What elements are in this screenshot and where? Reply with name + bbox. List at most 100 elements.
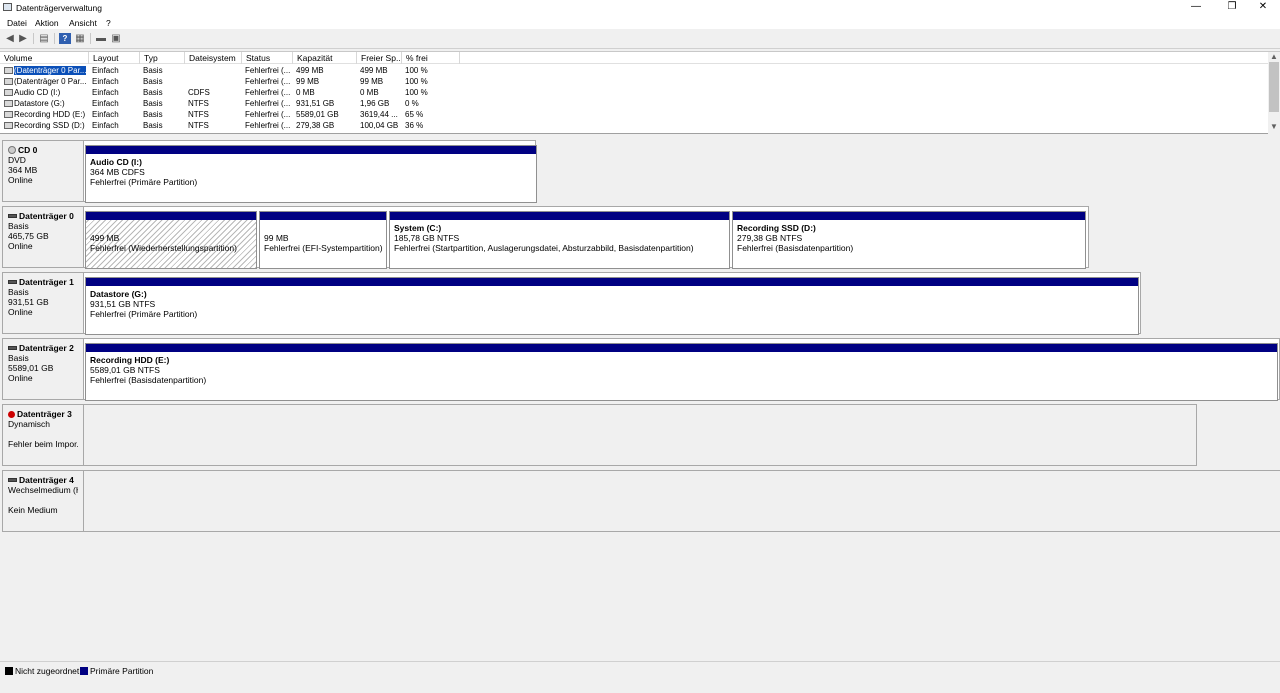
disk-name-line: Datenträger 0 — [8, 211, 78, 221]
volume-cell-fs: NTFS — [188, 99, 209, 108]
col-kapazitaet[interactable]: Kapazität — [293, 52, 357, 64]
partition-info: Recording HDD (E:) 5589,01 GB NTFS Fehlerf… — [90, 355, 1275, 385]
volume-cell-fs — [188, 76, 245, 87]
disk-size: 5589,01 GB — [8, 363, 54, 373]
settings-icon[interactable]: ▣ — [110, 33, 122, 44]
menu-datei[interactable]: Datei — [7, 18, 27, 28]
disk-name: Datenträger 2 — [19, 343, 74, 353]
partition-block[interactable]: Recording HDD (E:) 5589,01 GB NTFS Fehlerf… — [85, 343, 1278, 401]
partition-block[interactable]: System (C:) 185,78 GB NTFS Fehlerfrei (Sta… — [389, 211, 730, 269]
partition-block[interactable]: Datastore (G:) 931,51 GB NTFS Fehlerfrei (… — [85, 277, 1139, 335]
disk-view-icon[interactable]: ▬ — [95, 33, 107, 44]
volume-cell-frei: 99 MB — [360, 77, 384, 86]
partition-size: 499 MB — [90, 233, 120, 243]
disk-icon — [8, 478, 17, 482]
menu-ansicht[interactable]: Ansicht — [69, 18, 97, 28]
disk-name-line: CD 0 — [8, 145, 78, 155]
disk-size — [8, 495, 78, 505]
volume-cell-status: Fehlerfrei (... — [245, 88, 291, 97]
partition-block[interactable]: Recording SSD (D:) 279,38 GB NTFS Fehlerfr… — [732, 211, 1086, 269]
col-freier-speicher[interactable]: Freier Sp... — [357, 52, 402, 64]
col-volume[interactable]: Volume — [0, 52, 89, 64]
volume-cell-frei: 1,96 GB — [360, 99, 390, 108]
legend-primary-label: Primäre Partition — [90, 666, 154, 676]
disk-header[interactable]: Datenträger 4 Wechselmedium (H Kein Medium — [2, 470, 84, 532]
scrollbar-thumb[interactable] — [1269, 62, 1279, 112]
toolbar: ◀ ▶ ▤ ? ▦ ▬ ▣ — [0, 29, 1280, 49]
disk-header[interactable]: Datenträger 2 Basis 5589,01 GB Online — [2, 338, 84, 400]
legend-unallocated-label: Nicht zugeordnet — [15, 666, 80, 676]
partition-status: Fehlerfrei (Wiederherstellungspartition) — [90, 243, 237, 253]
disk-icon — [8, 280, 17, 284]
volume-cell-kap: 5589,01 GB — [296, 110, 339, 119]
close-button[interactable]: ✕ — [1246, 0, 1280, 15]
properties-icon[interactable]: ▦ — [74, 33, 86, 44]
volume-cell-typ: Basis — [143, 110, 163, 119]
disk-type: DVD — [8, 155, 26, 165]
volume-list-scrollbar[interactable]: ▲ ▼ — [1268, 52, 1280, 134]
volume-cell-typ: Basis — [143, 66, 163, 75]
partition-block[interactable]: 499 MB Fehlerfrei (Wiederherstellungspart… — [85, 211, 257, 269]
menu-help[interactable]: ? — [106, 18, 111, 28]
disk-type: Basis — [8, 221, 29, 231]
partition-info: System (C:) 185,78 GB NTFS Fehlerfrei (Sta… — [394, 223, 727, 253]
volume-cell-typ: Basis — [143, 77, 163, 86]
scroll-up-arrow-icon[interactable]: ▲ — [1268, 52, 1280, 62]
disk-status: Fehler beim Impor... — [8, 439, 78, 449]
back-arrow-icon[interactable]: ◀ — [4, 33, 16, 44]
volume-row[interactable]: (Datenträger 0 Par... Einfach Basis Fehlerf… — [0, 65, 1268, 76]
volume-cell-pct: 36 % — [405, 121, 424, 130]
toolbar-separator — [54, 33, 55, 44]
col-dateisystem[interactable]: Dateisystem — [185, 52, 242, 64]
volume-cell-frei: 499 MB — [360, 66, 388, 75]
col-status[interactable]: Status — [242, 52, 293, 64]
disk-row: CD 0 DVD 364 MB Online Audio CD (I:) 364 MB C… — [0, 136, 1280, 203]
volume-cell-name: Recording HDD (E:) — [0, 109, 89, 120]
col-typ[interactable]: Typ — [140, 52, 185, 64]
minimize-button[interactable]: — — [1179, 0, 1213, 15]
col-prozent-frei[interactable]: % frei — [402, 52, 460, 64]
volume-cell-kap: 99 MB — [296, 77, 320, 86]
scroll-down-arrow-icon[interactable]: ▼ — [1268, 122, 1280, 132]
volume-cell-name: (Datenträger 0 Par... — [0, 76, 89, 87]
partition-status: Fehlerfrei (EFI-Systempartition) — [264, 243, 383, 253]
partition-block[interactable]: 99 MB Fehlerfrei (EFI-Systempartition) — [259, 211, 387, 269]
volume-row[interactable]: Recording SSD (D:) Einfach Basis NTFS Fehler… — [0, 120, 1268, 131]
disk-header[interactable]: CD 0 DVD 364 MB Online — [2, 140, 84, 202]
volume-row[interactable]: (Datenträger 0 Par... Einfach Basis Fehlerf… — [0, 76, 1268, 87]
menu-bar: Datei Aktion Ansicht ? — [0, 15, 1280, 29]
menu-aktion[interactable]: Aktion — [35, 18, 59, 28]
volume-cell-kap: 0 MB — [296, 88, 315, 97]
volume-list-pane: Volume Layout Typ Dateisystem Status Kap… — [0, 51, 1280, 134]
maximize-button[interactable]: ❐ — [1215, 0, 1249, 15]
partition-color-bar — [86, 212, 256, 220]
help-icon[interactable]: ? — [59, 33, 71, 44]
volume-cell-status: Fehlerfrei (... — [245, 121, 291, 130]
volume-icon — [4, 67, 13, 74]
volume-cell-layout: Einfach — [92, 121, 119, 130]
title-bar: Datenträgerverwaltung — ❐ ✕ — [0, 0, 1280, 15]
col-layout[interactable]: Layout — [89, 52, 140, 64]
volume-row[interactable]: Audio CD (I:) Einfach Basis CDFS Fehlerfrei … — [0, 87, 1268, 98]
volume-row[interactable]: Recording HDD (E:) Einfach Basis NTFS Fehler… — [0, 109, 1268, 120]
volume-cell-typ: Basis — [143, 88, 163, 97]
disk-header[interactable]: Datenträger 3 Dynamisch Fehler beim Impor.… — [2, 404, 84, 466]
forward-arrow-icon[interactable]: ▶ — [17, 33, 29, 44]
partition-info: 499 MB Fehlerfrei (Wiederherstellungspart… — [90, 223, 254, 253]
legend-unallocated-swatch — [5, 667, 13, 675]
disk-header[interactable]: Datenträger 0 Basis 465,75 GB Online — [2, 206, 84, 268]
volume-cell-name: (Datenträger 0 Par... — [0, 65, 89, 76]
volume-cell-fs: NTFS — [188, 121, 209, 130]
disk-row: Datenträger 0 Basis 465,75 GB Online 499 MB F… — [0, 202, 1280, 269]
disk-header[interactable]: Datenträger 1 Basis 931,51 GB Online — [2, 272, 84, 334]
volume-cell-status: Fehlerfrei (... — [245, 110, 291, 119]
volume-list-icon[interactable]: ▤ — [38, 33, 50, 44]
volume-cell-pct: 100 % — [405, 88, 428, 97]
disk-row: Datenträger 1 Basis 931,51 GB Online Datasto… — [0, 268, 1280, 335]
partition-block[interactable]: Audio CD (I:) 364 MB CDFS Fehlerfrei (Prim… — [85, 145, 537, 203]
volume-name: (Datenträger 0 Par... — [14, 77, 87, 86]
volume-cell-pct: 100 % — [405, 66, 428, 75]
volume-row[interactable]: Datastore (G:) Einfach Basis NTFS Fehlerfrei… — [0, 98, 1268, 109]
disk-type: Basis — [8, 353, 29, 363]
disk-icon — [8, 214, 17, 218]
